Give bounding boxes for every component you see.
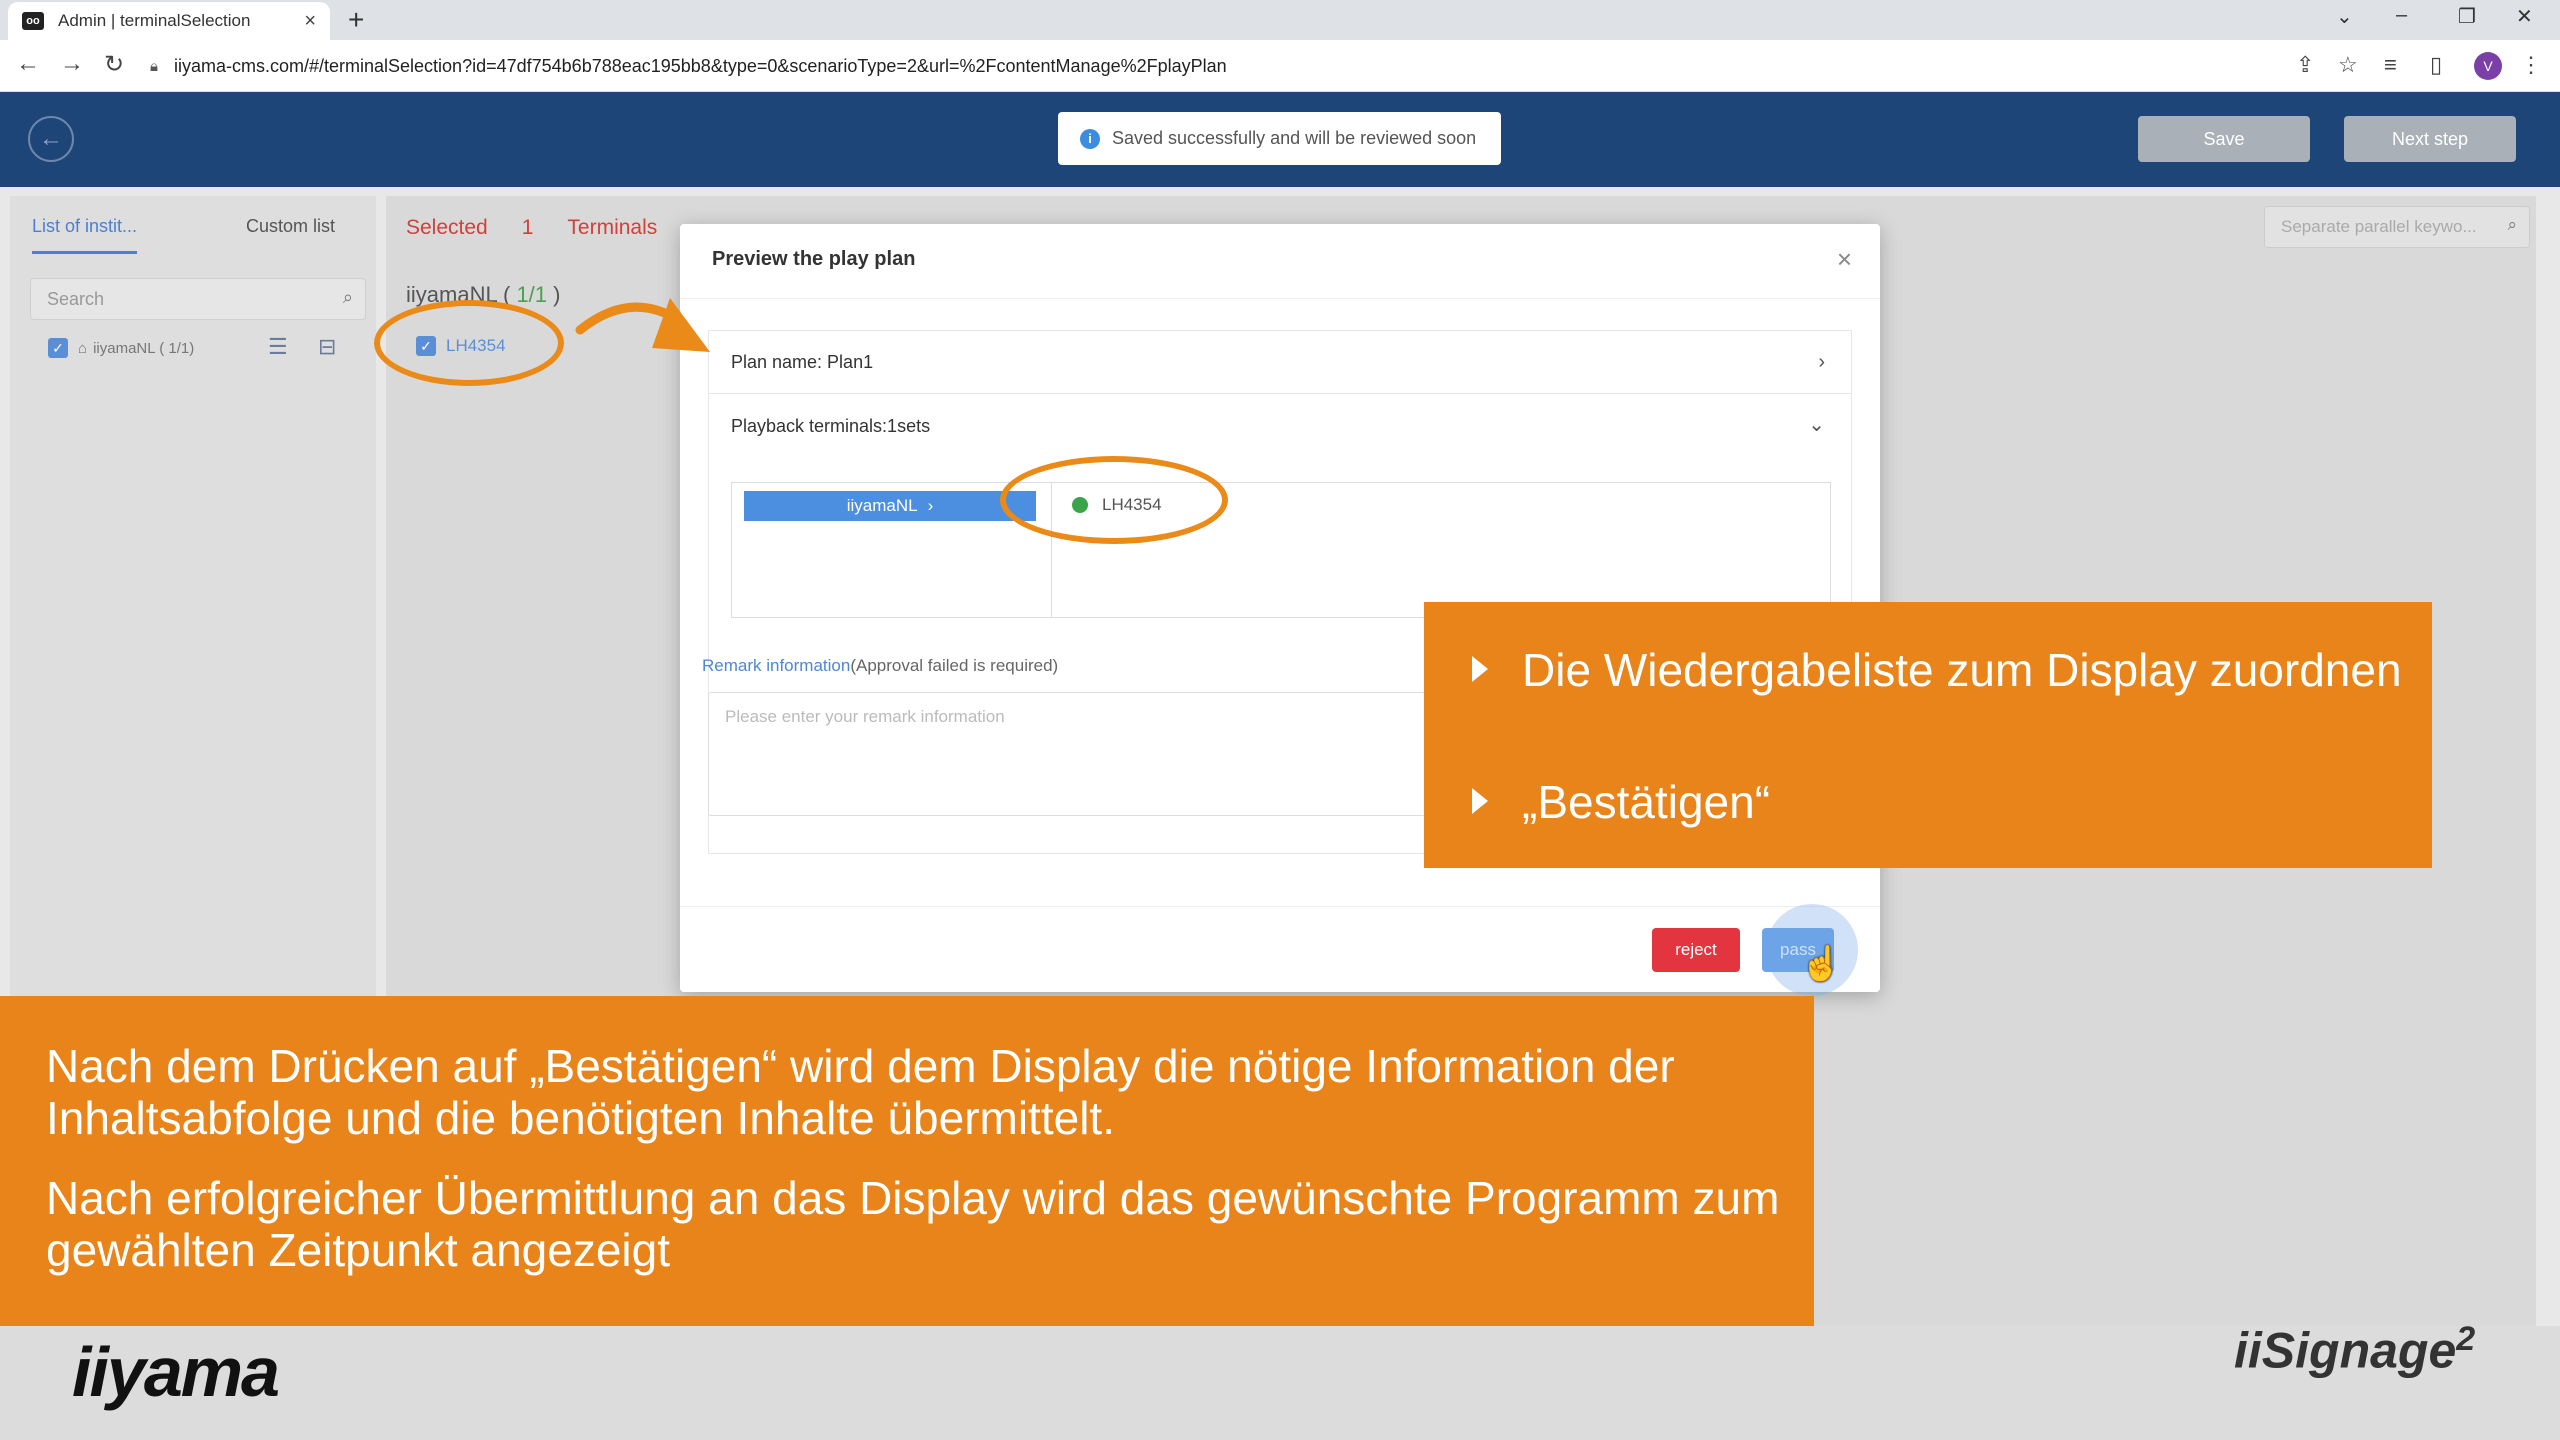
tab-institution-list[interactable]: List of instit... [32,216,138,254]
back-icon[interactable]: ← [28,116,74,162]
share-icon[interactable]: ⇪ [2296,52,2314,78]
chevron-right-icon: › [1818,350,1825,373]
minimize-icon[interactable]: – [2396,4,2407,27]
iisignage-logo: iiSignage2 [2234,1320,2475,1380]
highlight-ring-modal-terminal [1000,456,1228,544]
bottom-strip [0,1326,2560,1440]
caption-paragraph: Nach dem Drücken auf „Bestätigen“ wird d… [46,1040,1675,1144]
checkbox-icon[interactable]: ✓ [48,338,68,358]
window-close-icon[interactable]: ✕ [2516,4,2533,29]
hand-cursor-icon: ☝ [1800,945,1843,983]
modal-close-icon[interactable]: × [1837,244,1852,275]
group-button-label: iiyamaNL [846,496,918,515]
reading-list-icon[interactable]: ≡ [2384,52,2397,78]
remark-label: Remark information(Approval failed is re… [702,656,1058,676]
remark-hint: (Approval failed is required) [850,656,1059,675]
highlight-ring-terminal [374,300,564,386]
forward-arrow-icon[interactable]: → [60,50,84,78]
info-icon: i [1080,128,1100,149]
reload-icon[interactable]: ↻ [104,50,124,79]
keyword-search-icon[interactable]: ⌕ [2507,215,2517,235]
list-view-icon[interactable]: ☰ [268,334,288,360]
orange-arrow-icon [575,298,710,352]
side-panel-icon[interactable]: ▯ [2430,52,2442,78]
save-button[interactable]: Save [2138,116,2310,162]
group-close: ) [553,282,561,307]
iisignage-sup: 2 [2456,1320,2476,1358]
instruction-item: Die Wiedergabeliste zum Display zuordnen [1472,644,2402,696]
profile-avatar[interactable]: V [2474,52,2502,80]
terminals-label: Terminals [567,216,658,239]
iisignage-text: iiSignage [2234,1322,2457,1379]
terminal-selection-box: iiyamaNL › LH4354 [731,482,1831,618]
footer-divider [680,906,1880,907]
instruction-text: „Bestätigen“ [1522,776,1771,828]
group-count: 1/1 [510,282,554,307]
close-tab-icon[interactable]: × [304,10,316,33]
browser-tab-bar: oo Admin | terminalSelection × + ⌄ – ❐ ✕ [0,0,2560,40]
tab-title: Admin | terminalSelection [58,11,251,30]
back-arrow-icon[interactable]: ← [16,50,40,78]
caption-paragraph: Nach erfolgreicher Übermittlung an das D… [46,1172,1780,1276]
toast-text: Saved successfully and will be reviewed … [1112,128,1477,148]
keyword-placeholder: Separate parallel keywo... [2281,217,2477,236]
plan-name: Plan name: Plan1 [731,351,874,372]
url-text: iiyama-cms.com/#/terminalSelection?id=47… [173,55,1227,76]
tab-custom-list[interactable]: Custom list [246,216,335,237]
institution-search-input[interactable]: Search ⌕ [30,278,366,320]
favicon-icon: oo [22,12,44,30]
success-toast: i Saved successfully and will be reviewe… [1058,112,1501,165]
selected-count: 1 [521,216,534,239]
tree-view-icon[interactable]: ⊟ [318,334,336,360]
search-icon[interactable]: ⌕ [343,287,353,308]
playback-terminals-label: Playback terminals:1sets [731,416,931,436]
instruction-text: Die Wiedergabeliste zum Display zuordnen [1522,644,2402,696]
home-icon: ⌂ [78,339,88,357]
browser-toolbar: ← → ↻ 🔒︎ iiyama-cms.com/#/terminalSelect… [0,40,2560,92]
tab-search-icon[interactable]: ⌄ [2336,4,2353,29]
bookmark-star-icon[interactable]: ☆ [2338,52,2358,78]
tree-item-iiyamanl[interactable]: ✓ ⌂ iiyamaNL ( 1/1) [48,338,194,358]
chevron-down-icon[interactable]: ⌄ [1808,412,1825,437]
restore-icon[interactable]: ❐ [2458,4,2476,29]
instruction-item: „Bestätigen“ [1472,776,1770,828]
modal-divider [680,298,1880,299]
modal-title: Preview the play plan [712,248,916,270]
browser-tab[interactable]: oo Admin | terminalSelection × [8,2,330,40]
reject-button[interactable]: reject [1652,928,1740,972]
search-placeholder: Search [47,288,105,309]
bullet-triangle-icon [1472,788,1488,814]
remark-link: Remark information [702,656,851,675]
address-bar[interactable]: 🔒︎ iiyama-cms.com/#/terminalSelection?id… [150,48,2270,84]
browser-menu-icon[interactable]: ⋮ [2520,52,2542,78]
selected-label: Selected [406,216,488,239]
instruction-box: Die Wiedergabeliste zum Display zuordnen… [1424,602,2432,868]
tree-item-label: iiyamaNL ( 1/1) [93,339,195,357]
selection-summary: Selected 1 Terminals [406,216,657,240]
new-tab-icon[interactable]: + [348,4,364,36]
bullet-triangle-icon [1472,656,1488,682]
group-button[interactable]: iiyamaNL › [744,491,1036,521]
next-step-button[interactable]: Next step [2344,116,2516,162]
chevron-right-icon: › [927,496,934,515]
lock-icon: 🔒︎ [150,57,158,75]
caption-box: Nach dem Drücken auf „Bestätigen“ wird d… [0,996,1814,1326]
app-header: ← i Saved successfully and will be revie… [0,92,2560,187]
plan-name-row[interactable]: Plan name: Plan1 › [708,330,1852,394]
iiyama-logo: iiyama [72,1333,280,1411]
keyword-search-input[interactable]: Separate parallel keywo... ⌕ [2264,206,2530,248]
